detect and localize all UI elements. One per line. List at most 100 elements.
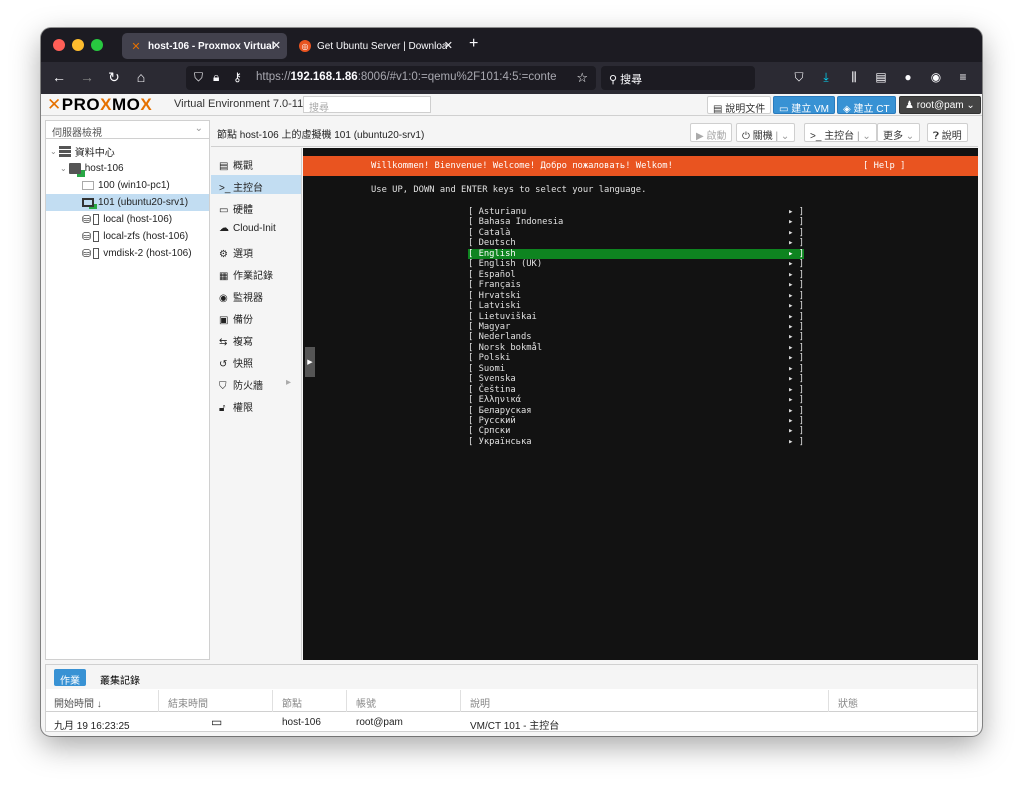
chevron-down-icon[interactable]: | ⌄ (854, 131, 871, 142)
tab-cluster-log[interactable]: 叢集記錄 (94, 669, 146, 687)
start-button[interactable]: ▶ 啟動 (690, 123, 733, 142)
language-option[interactable]: [ Čeština ▸ ] (468, 385, 804, 395)
language-option[interactable]: [ Deutsch ▸ ] (468, 238, 804, 248)
language-option[interactable]: [ Bahasa Indonesia ▸ ] (468, 217, 804, 227)
language-option[interactable]: [ Français ▸ ] (468, 280, 804, 290)
language-option[interactable]: [ Català ▸ ] (468, 228, 804, 238)
col-user[interactable]: 帳號 (356, 695, 376, 710)
language-option[interactable]: [ Nederlands ▸ ] (468, 332, 804, 342)
docs-button[interactable]: ▤ 說明文件 (707, 96, 772, 115)
tab-proxmox[interactable]: ✕ host-106 - Proxmox Virtual Envi ✕ (122, 33, 287, 59)
col-end-time[interactable]: 結束時間 (168, 695, 208, 710)
key-icon[interactable]: ⚷ (233, 70, 242, 84)
language-option[interactable]: [ Asturianu ▸ ] (468, 207, 804, 217)
menu-hardware[interactable]: ▭ 硬體 (211, 197, 301, 216)
create-ct-button[interactable]: ◈ 建立 CT (837, 96, 896, 115)
extension-icon[interactable]: ● (900, 70, 916, 84)
tree-storage-vmdisk-2[interactable]: ⛁ vmdisk-2 (host-106) (82, 245, 209, 262)
menu-snapshots-label: 快照 (233, 359, 253, 370)
language-option[interactable]: [ Русский ▸ ] (468, 416, 804, 426)
language-option[interactable]: [ Hrvatski ▸ ] (468, 291, 804, 301)
pve-search-input[interactable]: 搜尋 (303, 96, 431, 114)
language-option[interactable]: [ English ▸ ] (468, 248, 804, 260)
forward-arrow-icon[interactable]: → (78, 69, 96, 85)
sidebar-icon[interactable]: ▤ (873, 70, 889, 84)
language-option[interactable]: [ Беларуская ▸ ] (468, 406, 804, 416)
language-option[interactable]: [ Svenska ▸ ] (468, 374, 804, 384)
col-start-time[interactable]: 開始時間 ↓ (54, 695, 102, 710)
menu-task-history[interactable]: ▦ 作業記錄 (211, 263, 301, 282)
console-button[interactable]: >_ 主控台 | ⌄ (804, 123, 877, 142)
home-icon[interactable]: ⌂ (132, 69, 150, 85)
user-menu-button[interactable]: ♟ root@pam ⌄ (899, 96, 981, 114)
menu-console[interactable]: >_ 主控台 (211, 175, 301, 194)
reload-icon[interactable]: ↻ (105, 69, 123, 86)
menu-replication[interactable]: ⇆ 複寫 (211, 329, 301, 348)
zoom-window-button[interactable] (91, 39, 103, 51)
url-bar[interactable]: ⛉ 🔒︎ ⚷ https://192.168.1.86:8006/#v1:0:=… (186, 66, 596, 90)
tree-storage-local[interactable]: ⛁ local (host-106) (82, 211, 209, 228)
tree-host[interactable]: ⌄ host-106 (60, 160, 209, 177)
language-option[interactable]: [ Polski ▸ ] (468, 353, 804, 363)
language-option-label: [ Nederlands (468, 332, 532, 343)
tree-datacenter[interactable]: ⌄ 資料中心 (50, 143, 209, 160)
table-row[interactable]: 九月 19 16:23:25 ▭ host-106 root@pam VM/CT… (46, 712, 977, 732)
language-option[interactable]: [ Српски ▸ ] (468, 426, 804, 436)
language-option[interactable]: [ Latviski ▸ ] (468, 301, 804, 311)
col-description[interactable]: 說明 (470, 695, 490, 710)
help-button[interactable]: ❓︎ 說明 (927, 123, 968, 142)
minimize-window-button[interactable] (72, 39, 84, 51)
profile-icon[interactable]: ◉ (928, 70, 944, 84)
menu-options[interactable]: ⚙ 選項 (211, 241, 301, 260)
menu-snapshots[interactable]: ↺ 快照 (211, 351, 301, 370)
storage-local-zfs-label: local-zfs (host-106) (103, 231, 189, 242)
new-tab-button[interactable]: + (469, 35, 478, 53)
pocket-icon[interactable]: ⛉ (791, 70, 807, 85)
more-button[interactable]: 更多 ⌄ (877, 123, 921, 142)
menu-icon[interactable]: ≡ (955, 70, 971, 84)
menu-summary[interactable]: ▤ 概觀 (211, 153, 301, 172)
language-option[interactable]: [ Norsk bokmål ▸ ] (468, 343, 804, 353)
col-status[interactable]: 狀態 (838, 695, 858, 710)
shield-icon[interactable]: ⛉ (194, 70, 203, 85)
tree-vm-100[interactable]: 100 (win10-pc1) (82, 177, 209, 194)
menu-backup[interactable]: ▣ 備份 (211, 307, 301, 326)
tab-tasks[interactable]: 作業 (54, 669, 86, 687)
create-vm-button[interactable]: ▭ 建立 VM (773, 96, 836, 115)
collapse-icon[interactable]: ⌄ (50, 147, 57, 156)
tab-close-icon[interactable]: ✕ (272, 39, 281, 52)
browser-search-input[interactable]: ⚲ 搜尋 (601, 66, 755, 90)
collapse-icon[interactable]: ⌄ (60, 164, 67, 173)
bookmark-star-icon[interactable]: ☆ (576, 70, 588, 86)
close-window-button[interactable] (53, 39, 65, 51)
language-option[interactable]: [ Ελληνικά ▸ ] (468, 395, 804, 405)
shutdown-button[interactable]: ⏻ 關機 | ⌄ (736, 123, 796, 142)
chevron-down-icon[interactable]: | ⌄ (773, 131, 789, 142)
tab-close-icon[interactable]: ✕ (444, 39, 453, 52)
language-option[interactable]: [ Suomi ▸ ] (468, 364, 804, 374)
tree-vm-101[interactable]: 101 (ubuntu20-srv1) (46, 194, 209, 211)
language-option[interactable]: [ Magyar ▸ ] (468, 322, 804, 332)
library-icon[interactable]: ⫼ (846, 70, 862, 85)
back-arrow-icon[interactable]: ← (50, 69, 68, 85)
tab-ubuntu[interactable]: ◎ Get Ubuntu Server | Download | ✕ (291, 33, 459, 59)
menu-cloud-init[interactable]: ☁ Cloud-Init (211, 219, 301, 238)
lock-warning-icon[interactable]: 🔒︎ (213, 70, 219, 85)
col-node[interactable]: 節點 (282, 695, 302, 710)
tree-storage-local-zfs[interactable]: ⛁ local-zfs (host-106) (82, 228, 209, 245)
language-option[interactable]: [ Lietuviškai ▸ ] (468, 312, 804, 322)
language-option[interactable]: [ English (UK) ▸ ] (468, 259, 804, 269)
collapse-panel-button[interactable]: ▶ (305, 347, 315, 377)
language-option[interactable]: [ Українська ▸ ] (468, 437, 804, 447)
menu-firewall[interactable]: ⛉ 防火牆 ▸ (211, 373, 301, 392)
view-selector[interactable]: 伺服器檢視 ⌄ (46, 121, 209, 139)
menu-monitor[interactable]: ◉ 監視器 (211, 285, 301, 304)
download-icon[interactable]: ⤓ (818, 70, 834, 85)
arrow-right-icon: ▸ ] (788, 238, 804, 249)
installer-help-button[interactable]: [ Help ] (863, 161, 905, 171)
url-text[interactable]: https://192.168.1.86:8006/#v1:0:=qemu%2F… (256, 71, 556, 83)
menu-permissions[interactable]: 🔓︎ 權限 (211, 395, 301, 414)
vm-console[interactable]: Willkommen! Bienvenue! Welcome! Добро по… (303, 148, 978, 660)
chevron-right-icon[interactable]: ▸ (286, 377, 291, 388)
language-option[interactable]: [ Español ▸ ] (468, 270, 804, 280)
